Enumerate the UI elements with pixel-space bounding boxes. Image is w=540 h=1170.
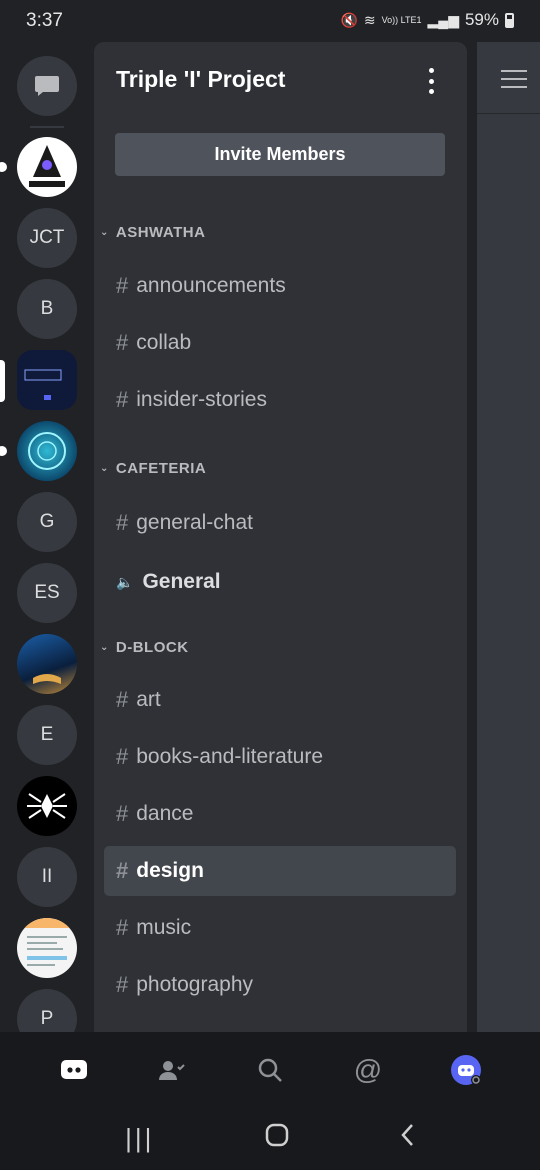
server-triple-project[interactable] (17, 350, 77, 410)
server-p[interactable]: P (17, 989, 77, 1032)
unread-indicator (0, 162, 7, 172)
void-logo-icon (29, 145, 65, 187)
back-icon[interactable] (399, 1123, 415, 1154)
dm-home-button[interactable] (17, 56, 77, 116)
nav-search-button[interactable] (243, 1043, 297, 1097)
chevron-down-icon: ⌄ (100, 642, 109, 653)
channel-general-chat[interactable]: # general-chat (104, 498, 456, 548)
hash-icon: # (116, 972, 129, 997)
network-label: Vo)) LTE1 (381, 15, 422, 25)
channel-announcements[interactable]: # announcements (104, 261, 456, 311)
server-void[interactable] (17, 137, 77, 197)
hash-icon: # (116, 858, 129, 883)
selected-pill (0, 360, 5, 402)
hash-icon: # (116, 330, 129, 355)
category-ashwatha[interactable]: ⌄ ASHWATHA (100, 224, 205, 241)
status-icons: 🔇 ≋ Vo)) LTE1 ▂▄▆ 59% (340, 10, 514, 30)
category-d-block[interactable]: ⌄ D-BLOCK (100, 639, 189, 656)
server-es[interactable]: ES (17, 563, 77, 623)
channel-music[interactable]: # music (104, 903, 456, 953)
server-g[interactable]: G (17, 492, 77, 552)
android-nav-bar: ||| (0, 1107, 540, 1170)
channel-dance[interactable]: # dance (104, 789, 456, 839)
spider-logo-icon (27, 793, 67, 819)
invite-members-button[interactable]: Invite Members (115, 133, 445, 176)
hamburger-menu-icon[interactable] (501, 70, 527, 88)
recent-apps-icon[interactable]: ||| (125, 1123, 154, 1154)
hash-icon: # (116, 915, 129, 940)
triple-logo-icon (17, 350, 77, 410)
battery-icon (505, 12, 514, 28)
channel-photography[interactable]: # photography (104, 960, 456, 1010)
server-rail: JCT B G ES E II P (0, 42, 94, 1032)
hash-icon: # (116, 387, 129, 412)
status-time: 3:37 (26, 10, 63, 31)
chevron-down-icon: ⌄ (100, 227, 109, 238)
signal-icon: ▂▄▆ (427, 11, 459, 28)
at-sign-icon: @ (353, 1053, 383, 1085)
tech-circle-icon (28, 432, 66, 470)
server-ii[interactable]: II (17, 847, 77, 907)
server-screenshot[interactable] (17, 918, 77, 978)
speaker-icon: 🔈 (116, 573, 134, 590)
battery-percent: 59% (464, 10, 499, 29)
avatar-icon (451, 1054, 481, 1085)
channel-collab[interactable]: # collab (104, 318, 456, 368)
hash-icon: # (116, 510, 129, 535)
server-jct[interactable]: JCT (17, 208, 77, 268)
channel-art[interactable]: # art (104, 675, 456, 725)
category-cafeteria[interactable]: ⌄ CAFETERIA (100, 460, 206, 477)
server-menu-icon[interactable] (423, 68, 439, 94)
chat-header (477, 42, 540, 114)
server-title[interactable]: Triple 'I' Project (116, 66, 285, 93)
voice-channel-general[interactable]: 🔈 General (104, 557, 456, 607)
server-image-book[interactable] (17, 634, 77, 694)
mute-icon: 🔇 (340, 11, 358, 28)
nav-home-button[interactable] (47, 1043, 101, 1097)
nav-mentions-button[interactable]: @ (341, 1043, 395, 1097)
channel-panel: Triple 'I' Project Invite Members ⌄ ASHW… (94, 42, 467, 1032)
search-icon (258, 1058, 282, 1082)
hash-icon: # (116, 801, 129, 826)
channel-insider-stories[interactable]: # insider-stories (104, 375, 456, 425)
document-thumbnail-icon (17, 918, 77, 966)
server-spider[interactable] (17, 776, 77, 836)
friends-icon (159, 1060, 185, 1080)
discord-logo-icon (61, 1059, 87, 1079)
nav-friends-button[interactable] (145, 1043, 199, 1097)
unread-indicator (0, 446, 7, 456)
channel-books-and-literature[interactable]: # books-and-literature (104, 732, 456, 782)
channel-design[interactable]: # design (104, 846, 456, 896)
server-b[interactable]: B (17, 279, 77, 339)
home-button-icon[interactable] (265, 1123, 289, 1154)
hash-icon: # (116, 687, 129, 712)
server-e[interactable]: E (17, 705, 77, 765)
bottom-nav: @ (0, 1032, 540, 1107)
server-divider (30, 126, 64, 128)
hash-icon: # (116, 273, 129, 298)
chevron-down-icon: ⌄ (100, 463, 109, 474)
chat-panel-peek[interactable] (477, 42, 540, 1032)
hash-icon: # (116, 744, 129, 769)
chat-bubble-icon (35, 76, 59, 96)
book-art-icon (33, 674, 61, 684)
nav-profile-button[interactable] (439, 1043, 493, 1097)
wifi-icon: ≋ (363, 11, 376, 28)
status-bar: 3:37 🔇 ≋ Vo)) LTE1 ▂▄▆ 59% (0, 0, 540, 42)
server-csm[interactable] (17, 421, 77, 481)
